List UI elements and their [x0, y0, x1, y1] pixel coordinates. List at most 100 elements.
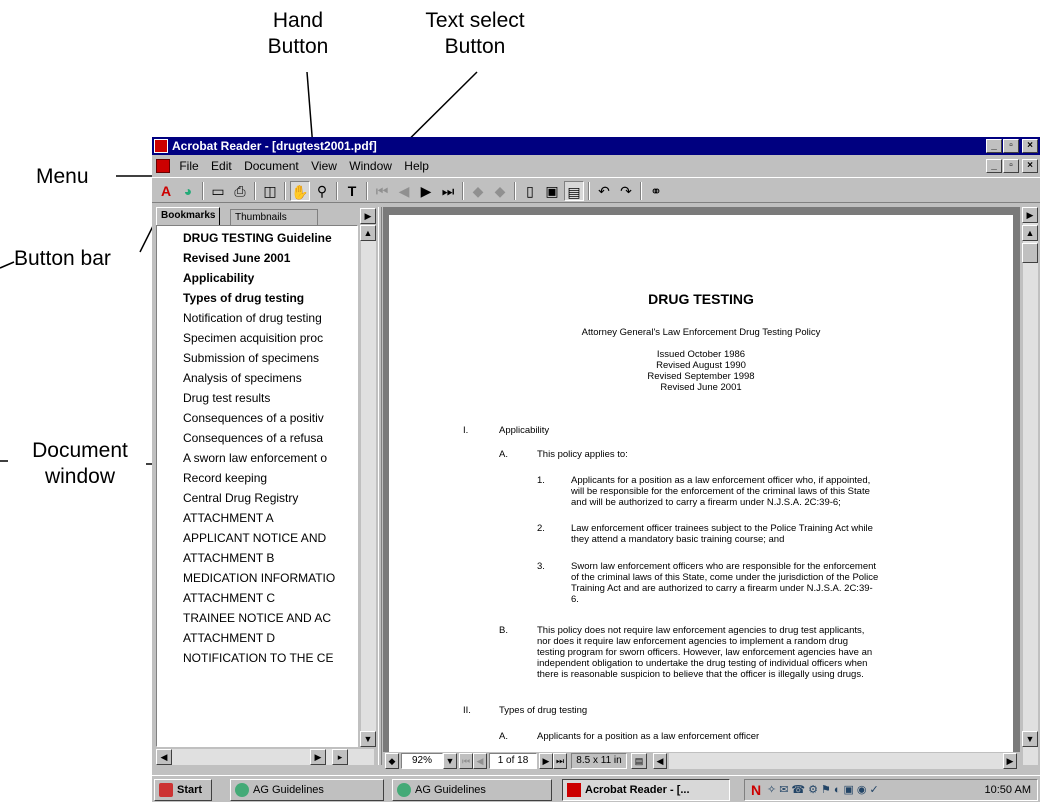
bookmark-item[interactable]: ATTACHMENT D	[183, 628, 357, 648]
title-bar: Acrobat Reader - [drugtest2001.pdf] _ ▫ …	[152, 137, 1040, 155]
doc-scroll-down-icon[interactable]: ▼	[1022, 731, 1038, 747]
nav-menu-arrow-icon[interactable]: ▶	[360, 208, 376, 224]
bookmark-label: APPLICANT NOTICE AND	[183, 531, 327, 545]
bookmark-item[interactable]: Record keeping	[183, 468, 357, 488]
tab-thumbnails[interactable]: Thumbnails	[230, 209, 318, 225]
zoom-tool-icon[interactable]: ⚲	[312, 181, 332, 201]
scroll-right-icon[interactable]: ▶	[310, 749, 326, 765]
bookmark-item[interactable]: NOTIFICATION TO THE CE	[183, 648, 357, 668]
bookmark-item[interactable]: A sworn law enforcement o	[183, 448, 357, 468]
hscroll-left-icon[interactable]: ◀	[653, 753, 667, 769]
bookmark-item[interactable]: APPLICANT NOTICE AND	[183, 528, 357, 548]
status-prev-page-icon[interactable]: ◀	[473, 753, 487, 769]
bookmark-item[interactable]: Analysis of specimens	[183, 368, 357, 388]
page-indicator[interactable]: 1 of 18	[489, 753, 537, 769]
doc-scroll-thumb[interactable]	[1022, 243, 1038, 263]
maximize-button[interactable]: ▫	[1003, 139, 1019, 153]
bookmark-item[interactable]: DRUG TESTING Guideline	[183, 228, 357, 248]
document-window[interactable]: DRUG TESTING Attorney General's Law Enfo…	[383, 207, 1020, 765]
go-forward-icon[interactable]: ◆	[490, 181, 510, 201]
menu-file[interactable]: File	[179, 159, 198, 173]
bookmark-label: Drug test results	[183, 391, 271, 405]
doc-close-button[interactable]: ×	[1022, 159, 1038, 173]
bookmark-item[interactable]: Notification of drug testing	[183, 308, 357, 328]
doc-scroll-up-icon[interactable]: ▲	[1022, 225, 1038, 241]
document-hscroll[interactable]	[669, 753, 1003, 769]
menu-edit[interactable]: Edit	[211, 159, 232, 173]
document-vscroll[interactable]: ▶ ▲ ▼	[1022, 207, 1038, 765]
annotation-document-window: Document window	[32, 439, 128, 488]
status-first-page-icon[interactable]: ⏮	[459, 753, 473, 769]
rotate-left-icon[interactable]: ↶	[594, 181, 614, 201]
status-last-page-icon[interactable]: ⏭	[553, 753, 567, 769]
bookmark-hscroll[interactable]: ◀ ▶ ▸	[156, 749, 374, 765]
doc-title: DRUG TESTING	[648, 291, 754, 307]
rotate-right-icon[interactable]: ↷	[616, 181, 636, 201]
taskbar-item-ag-guidelines-1[interactable]: AG Guidelines	[230, 779, 384, 801]
tray-icons[interactable]: ✧✉☎⚙⚑◐▣◉✓	[767, 780, 882, 800]
bookmark-item[interactable]: Central Drug Registry	[183, 488, 357, 508]
sec2-number: II.	[463, 705, 471, 716]
doc-minimize-button[interactable]: _	[986, 159, 1002, 173]
fit-width-icon[interactable]: ▤	[564, 181, 584, 201]
bookmark-item[interactable]: Revised June 2001	[183, 248, 357, 268]
pane-resize-icon[interactable]: ▸	[332, 749, 348, 765]
hscroll-right-icon[interactable]: ▶	[1003, 753, 1017, 769]
taskbar-item-ag-guidelines-2[interactable]: AG Guidelines	[392, 779, 552, 801]
zoom-dropdown-icon[interactable]: ▼	[443, 753, 457, 769]
bookmark-item[interactable]: Drug test results	[183, 388, 357, 408]
tab-bookmarks[interactable]: Bookmarks	[156, 207, 221, 225]
menu-document[interactable]: Document	[244, 159, 299, 173]
page-layout-icon[interactable]: ▤	[631, 753, 647, 769]
acrobat-logo-icon[interactable]: A	[156, 181, 176, 201]
zoom-resize-icon[interactable]: ◆	[385, 753, 399, 769]
scroll-up-icon[interactable]: ▲	[360, 225, 376, 241]
pane-splitter[interactable]	[378, 207, 382, 765]
zoom-level[interactable]: 92%	[401, 753, 443, 769]
open-folder-icon[interactable]: ▭	[208, 181, 228, 201]
taskbar-item-acrobat-reader[interactable]: Acrobat Reader - [...	[562, 779, 730, 801]
menu-window[interactable]: Window	[349, 159, 392, 173]
item1-line3: and will be authorized to carry a firear…	[571, 497, 841, 508]
bookmark-item[interactable]: Applicability	[183, 268, 357, 288]
menu-view[interactable]: View	[311, 159, 337, 173]
doc-menu-arrow-icon[interactable]: ▶	[1022, 207, 1038, 223]
web-globe-icon[interactable]: ◕	[178, 181, 198, 201]
bookmark-item[interactable]: Types of drug testing	[183, 288, 357, 308]
bookmark-item[interactable]: Specimen acquisition proc	[183, 328, 357, 348]
close-button[interactable]: ×	[1022, 139, 1038, 153]
first-page-icon[interactable]: ⏮	[372, 181, 392, 201]
bookmark-item[interactable]: ATTACHMENT C	[183, 588, 357, 608]
menu-help[interactable]: Help	[404, 159, 429, 173]
scroll-down-icon[interactable]: ▼	[360, 731, 376, 747]
bookmark-item[interactable]: MEDICATION INFORMATIO	[183, 568, 357, 588]
status-next-page-icon[interactable]: ▶	[539, 753, 553, 769]
sec1-a-text: This policy applies to:	[537, 449, 628, 460]
bookmark-item[interactable]: Submission of specimens	[183, 348, 357, 368]
bookmark-item[interactable]: TRAINEE NOTICE AND AC	[183, 608, 357, 628]
bookmark-item[interactable]: Consequences of a positiv	[183, 408, 357, 428]
last-page-icon[interactable]: ⏭	[438, 181, 458, 201]
previous-page-icon[interactable]: ◀	[394, 181, 414, 201]
bookmark-item[interactable]: ATTACHMENT A	[183, 508, 357, 528]
find-binoculars-icon[interactable]: ⚭	[646, 181, 666, 201]
hand-tool-icon[interactable]: ✋	[290, 181, 310, 201]
bookmark-item[interactable]: ATTACHMENT B	[183, 548, 357, 568]
show-navigation-pane-icon[interactable]: ◫	[260, 181, 280, 201]
sec1-title: Applicability	[499, 425, 550, 436]
fit-page-icon[interactable]: ▣	[542, 181, 562, 201]
document-icon[interactable]	[156, 159, 170, 173]
text-select-tool-icon[interactable]: T	[342, 181, 362, 201]
bookmark-vscroll[interactable]: ▲ ▼	[360, 225, 376, 747]
next-page-icon[interactable]: ▶	[416, 181, 436, 201]
windows-flag-icon	[159, 783, 173, 797]
minimize-button[interactable]: _	[986, 139, 1002, 153]
bookmark-item[interactable]: Consequences of a refusa	[183, 428, 357, 448]
scroll-left-icon[interactable]: ◀	[156, 749, 172, 765]
print-icon[interactable]: ⎙	[230, 181, 250, 201]
norton-icon[interactable]: N	[751, 780, 761, 800]
actual-size-icon[interactable]: ▯	[520, 181, 540, 201]
start-button[interactable]: Start	[154, 779, 212, 801]
go-back-icon[interactable]: ◆	[468, 181, 488, 201]
doc-maximize-button[interactable]: ▫	[1003, 159, 1019, 173]
